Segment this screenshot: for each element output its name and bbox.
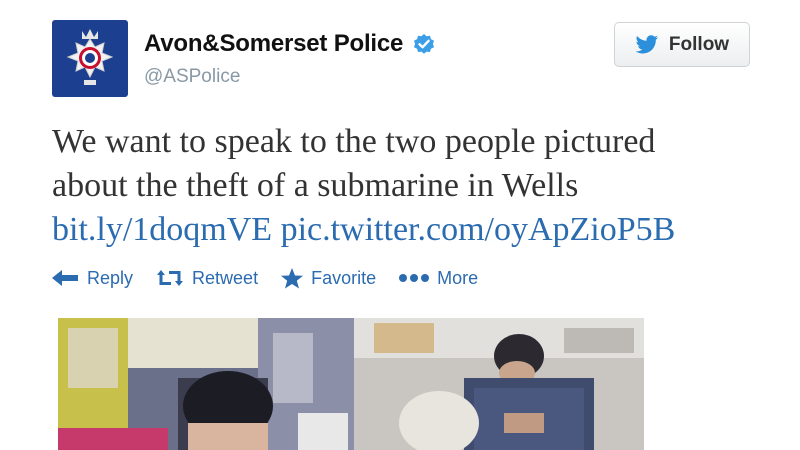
tweet-card: Avon&Somerset Police @ASPolice Follow We…	[0, 0, 800, 450]
more-button[interactable]: More	[398, 268, 478, 289]
short-link[interactable]: bit.ly/1doqmVE	[52, 211, 272, 248]
more-dots-icon	[399, 274, 430, 282]
police-badge-icon	[66, 28, 114, 85]
star-icon	[281, 268, 304, 289]
tweet-text: We want to speak to the two people pictu…	[52, 120, 782, 252]
handle[interactable]: @ASPolice	[144, 66, 240, 88]
retweet-label: Retweet	[192, 267, 259, 288]
cctv-photo-1[interactable]	[58, 318, 358, 450]
more-label: More	[437, 267, 479, 288]
reply-button[interactable]: Reply	[52, 268, 133, 289]
tweet-text-line-2: about the theft of a submarine in Wells	[52, 167, 579, 204]
retweet-icon	[157, 270, 184, 286]
reply-icon	[52, 270, 78, 286]
pic-link[interactable]: pic.twitter.com/oyApZioP5B	[281, 211, 676, 248]
retweet-button[interactable]: Retweet	[155, 268, 258, 289]
tweet-text-links: bit.ly/1doqmVE pic.twitter.com/oyApZioP5…	[52, 208, 782, 252]
favorite-button[interactable]: Favorite	[280, 267, 376, 289]
display-name[interactable]: Avon&Somerset Police	[144, 30, 403, 58]
cctv-photo-1-image	[58, 318, 358, 450]
twitter-bird-icon	[635, 34, 658, 53]
verified-badge-icon	[414, 34, 435, 54]
follow-label: Follow	[668, 33, 730, 55]
follow-button[interactable]: Follow	[614, 22, 750, 67]
display-name-row[interactable]: Avon&Somerset Police	[144, 30, 436, 58]
tweet-text-line-1: We want to speak to the two people pictu…	[52, 123, 656, 160]
cctv-photo-2-image	[354, 318, 644, 450]
favorite-label: Favorite	[311, 267, 377, 288]
cctv-photo-2[interactable]	[354, 318, 644, 450]
avatar[interactable]	[52, 20, 128, 97]
reply-label: Reply	[87, 267, 134, 288]
tweet-actions: Reply Retweet Favorite More	[52, 267, 500, 289]
